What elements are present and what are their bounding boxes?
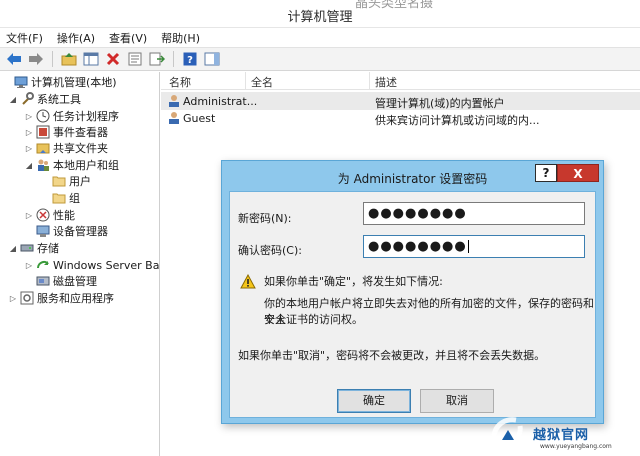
export-icon bbox=[149, 52, 165, 66]
confirm-password-label: 确认密码(C): bbox=[238, 244, 302, 257]
expand-arrow-icon: ▷ bbox=[25, 127, 33, 137]
delete-button[interactable] bbox=[103, 49, 123, 69]
column-divider[interactable] bbox=[369, 72, 370, 90]
tree-item-storage[interactable]: ◢ 存储 bbox=[8, 240, 59, 256]
watermark-url: www.yueyangbang.com bbox=[540, 443, 612, 450]
tree-item-event-viewer[interactable]: ▷ 事件查看器 bbox=[24, 124, 108, 140]
toolbar: ? bbox=[0, 47, 640, 71]
column-header-fullname[interactable]: 全名 bbox=[251, 74, 273, 90]
dialog-help-button[interactable]: ? bbox=[535, 164, 557, 182]
back-arrow-icon bbox=[7, 53, 21, 65]
watermark-logo-icon bbox=[491, 417, 523, 449]
list-header: 名称 全名 描述 bbox=[161, 72, 640, 90]
warning-heading: 如果你单击"确定"，将发生如下情况: bbox=[264, 275, 443, 288]
menu-view[interactable]: 查看(V) bbox=[109, 30, 147, 46]
up-level-button[interactable] bbox=[59, 49, 79, 69]
tree-item-device-manager[interactable]: 设备管理器 bbox=[24, 223, 108, 239]
title-bar: 晶头类型名摄 计算机管理 bbox=[0, 0, 640, 28]
dialog-title-bar: 为 Administrator 设置密码 ? X bbox=[222, 161, 603, 191]
new-password-field[interactable]: ●●●●●●●● bbox=[363, 202, 585, 225]
up-folder-icon bbox=[61, 53, 77, 66]
tree-item-users[interactable]: 用户 bbox=[40, 173, 91, 189]
system-tools-icon bbox=[22, 92, 34, 105]
user-description: 供来宾访问计算机或访问域的内... bbox=[375, 114, 540, 127]
tree-item-task-scheduler[interactable]: ▷ 任务计划程序 bbox=[24, 108, 119, 124]
column-header-name[interactable]: 名称 bbox=[169, 74, 191, 90]
menu-help[interactable]: 帮助(H) bbox=[161, 30, 200, 46]
menu-bar: 文件(F) 操作(A) 查看(V) 帮助(H) bbox=[0, 28, 640, 47]
window-title: 计算机管理 bbox=[287, 10, 353, 25]
menu-action[interactable]: 操作(A) bbox=[57, 30, 95, 46]
user-icon bbox=[169, 112, 179, 124]
forward-arrow-icon bbox=[29, 53, 43, 65]
collapse-arrow-icon: ◢ bbox=[25, 160, 33, 170]
table-row[interactable]: Guest 供来宾访问计算机或访问域的内... bbox=[161, 109, 640, 127]
computer-management-icon bbox=[14, 76, 28, 88]
clock-icon bbox=[36, 109, 50, 123]
services-icon bbox=[20, 291, 34, 305]
cancel-note: 如果你单击"取消"，密码将不会被更改，并且将不会丢失数据。 bbox=[238, 349, 546, 362]
warning-detail-line2: 安全证书的访问权。 bbox=[264, 313, 363, 326]
show-tree-icon bbox=[83, 52, 99, 66]
text-caret bbox=[467, 240, 469, 253]
help-icon: ? bbox=[183, 52, 197, 66]
column-header-description[interactable]: 描述 bbox=[375, 74, 397, 90]
delete-icon bbox=[106, 52, 120, 66]
expand-arrow-icon: ▷ bbox=[25, 260, 33, 270]
backup-icon bbox=[37, 260, 49, 269]
disk-management-icon bbox=[36, 276, 50, 286]
watermark-text: 越狱官网 bbox=[533, 428, 590, 443]
svg-text:?: ? bbox=[187, 55, 193, 66]
tree-item-shared-folders[interactable]: ▷ 共享文件夹 bbox=[24, 140, 108, 156]
tree-item-performance[interactable]: ▷ 性能 bbox=[24, 207, 75, 223]
forward-button[interactable] bbox=[26, 49, 46, 69]
toolbar-separator bbox=[52, 51, 53, 67]
action-pane-button[interactable] bbox=[202, 49, 222, 69]
device-manager-icon bbox=[36, 225, 50, 237]
performance-icon bbox=[36, 208, 50, 222]
tree-item-local-users-groups[interactable]: ◢ 本地用户和组 bbox=[24, 157, 119, 173]
warning-icon bbox=[240, 274, 256, 289]
expand-arrow-icon: ▷ bbox=[9, 293, 17, 303]
properties-button[interactable] bbox=[125, 49, 145, 69]
tree-item-disk-management[interactable]: 磁盘管理 bbox=[24, 273, 97, 289]
properties-icon bbox=[128, 52, 142, 66]
tree-item-services-applications[interactable]: ▷ 服务和应用程序 bbox=[8, 290, 114, 306]
dialog-body: 新密码(N): ●●●●●●●● 确认密码(C): ●●●●●●●● 如果你单击… bbox=[229, 191, 596, 418]
toolbar-separator bbox=[173, 51, 174, 67]
user-name: Guest bbox=[183, 112, 216, 125]
users-group-icon bbox=[38, 159, 49, 171]
dialog-close-button[interactable]: X bbox=[557, 164, 599, 182]
expand-arrow-icon: ▷ bbox=[25, 143, 33, 153]
cancel-button[interactable]: 取消 bbox=[420, 389, 494, 413]
ok-button[interactable]: 确定 bbox=[337, 389, 411, 413]
expand-arrow-icon: ▷ bbox=[25, 111, 33, 121]
new-password-label: 新密码(N): bbox=[238, 212, 292, 225]
tree-item-system-tools[interactable]: ◢ 系统工具 bbox=[8, 91, 81, 107]
action-pane-icon bbox=[204, 52, 220, 66]
folder-icon bbox=[52, 193, 66, 204]
storage-icon bbox=[20, 244, 34, 252]
set-password-dialog: 为 Administrator 设置密码 ? X 新密码(N): ●●●●●●●… bbox=[221, 160, 604, 424]
collapse-arrow-icon: ◢ bbox=[9, 94, 17, 104]
tree-item-windows-server-backup[interactable]: ▷ Windows Server Back bbox=[24, 257, 159, 273]
help-button[interactable]: ? bbox=[180, 49, 200, 69]
folder-icon bbox=[52, 176, 66, 187]
confirm-password-field[interactable]: ●●●●●●●● bbox=[363, 235, 585, 258]
user-icon bbox=[169, 95, 179, 107]
menu-file[interactable]: 文件(F) bbox=[6, 30, 43, 46]
table-row[interactable]: Administrat... 管理计算机(域)的内置帐户 bbox=[161, 92, 640, 110]
export-list-button[interactable] bbox=[147, 49, 167, 69]
shared-folder-icon bbox=[36, 143, 50, 154]
tree-item-groups[interactable]: 组 bbox=[40, 190, 80, 206]
show-hide-tree-button[interactable] bbox=[81, 49, 101, 69]
user-name: Administrat... bbox=[183, 95, 258, 108]
tree-item-computer-management[interactable]: 计算机管理(本地) bbox=[2, 74, 117, 90]
back-button[interactable] bbox=[4, 49, 24, 69]
event-viewer-icon bbox=[36, 125, 50, 139]
column-divider[interactable] bbox=[245, 72, 246, 90]
collapse-arrow-icon: ◢ bbox=[9, 243, 17, 253]
navigation-tree: 计算机管理(本地) ◢ 系统工具 ▷ 任务计划程序 ▷ 事件查看器 ▷ 共享文件… bbox=[0, 72, 160, 456]
expand-arrow-icon: ▷ bbox=[25, 210, 33, 220]
